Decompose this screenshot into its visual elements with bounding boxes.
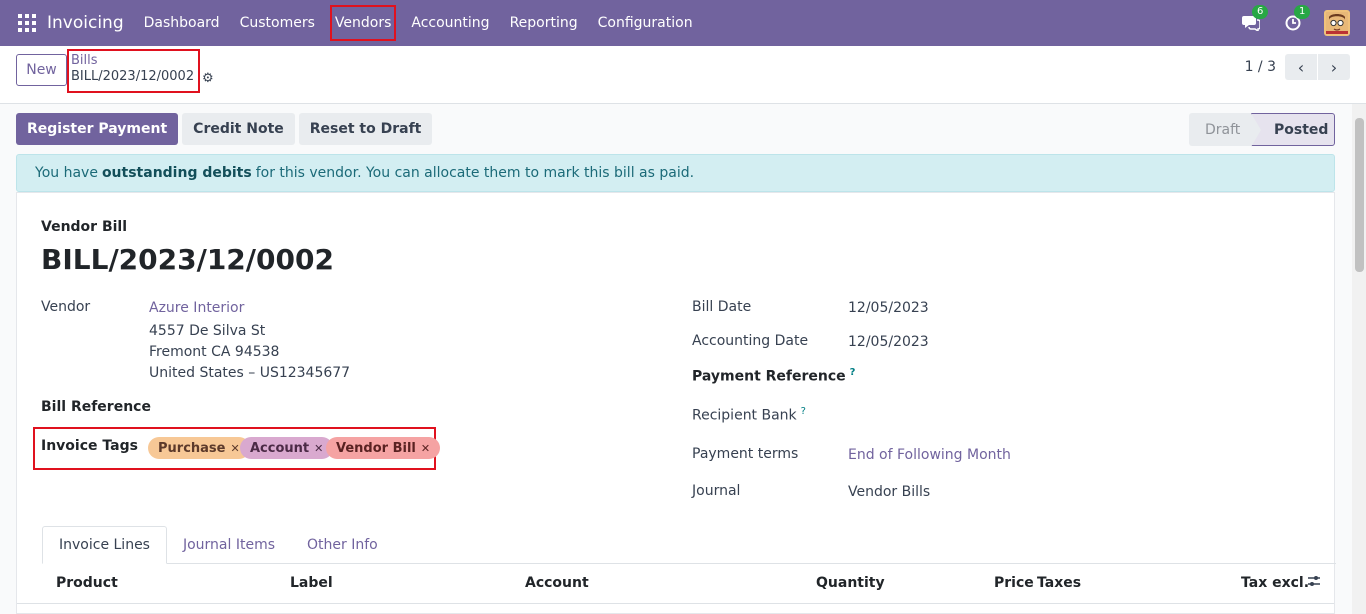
apps-menu-icon[interactable] [18,14,36,32]
menu-reporting[interactable]: Reporting [500,0,588,46]
accounting-date-value[interactable]: 12/05/2023 [848,332,929,353]
action-buttons: Register Payment Credit Note Reset to Dr… [16,113,433,145]
breadcrumb: Bills BILL/2023/12/0002 [67,49,200,93]
chat-count-badge: 6 [1252,5,1269,19]
bill-reference-label: Bill Reference [41,399,151,415]
menu-configuration[interactable]: Configuration [588,0,703,46]
payment-terms-label: Payment terms [692,446,799,462]
breadcrumb-bills-link[interactable]: Bills [71,53,196,68]
journal-label: Journal [692,483,741,499]
reset-to-draft-button[interactable]: Reset to Draft [298,113,433,145]
pager-value[interactable]: 1 / 3 [1245,59,1276,75]
chat-icon[interactable]: 6 [1240,5,1269,34]
journal-value[interactable]: Vendor Bills [848,482,930,503]
app-name[interactable]: Invoicing [47,13,124,33]
status-bar: Draft Posted [1189,113,1335,147]
recipient-bank-text: Recipient Bank [692,407,797,424]
bill-date-value[interactable]: 12/05/2023 [848,298,929,319]
column-quantity[interactable]: Quantity [816,575,885,591]
vendor-country: United States – US12345677 [149,365,351,381]
alert-text-before: You have [35,165,98,181]
menu-customers[interactable]: Customers [230,0,325,46]
tag-vendor-bill-remove-icon[interactable]: ✕ [421,442,430,455]
tab-invoice-lines[interactable]: Invoice Lines [42,526,167,564]
document-type: Vendor Bill [41,219,128,235]
chevron-right-icon: › [1330,57,1338,77]
page-scrollbar[interactable] [1352,104,1366,614]
activity-count-badge: 1 [1294,5,1311,19]
activity-clock-icon[interactable]: 1 [1282,5,1311,34]
column-tax-excluded[interactable]: Tax excl. [1241,575,1309,591]
tag-account-label: Account [250,440,310,456]
new-button[interactable]: New [16,54,67,86]
register-payment-button[interactable]: Register Payment [16,113,179,145]
status-draft[interactable]: Draft [1189,113,1251,146]
tag-account[interactable]: Account ✕ [240,437,334,459]
vendor-label: Vendor [41,299,91,315]
breadcrumb-current: BILL/2023/12/0002 [71,69,195,84]
scrollbar-thumb[interactable] [1355,118,1364,272]
invoice-lines-header: Product Label Account Quantity Price Tax… [17,564,1334,604]
control-panel: New Bills BILL/2023/12/0002 ⚙ 1 / 3 ‹ › [0,46,1366,104]
tag-vendor-bill[interactable]: Vendor Bill ✕ [326,437,441,459]
status-posted[interactable]: Posted [1251,113,1335,147]
tab-journal-items[interactable]: Journal Items [167,526,291,564]
credit-note-button[interactable]: Credit Note [182,113,295,145]
tag-purchase[interactable]: Purchase ✕ [148,437,250,459]
column-price[interactable]: Price [994,575,1034,591]
help-icon[interactable]: ? [850,367,856,378]
pager-next-button[interactable]: › [1318,54,1350,80]
chevron-left-icon: ‹ [1297,57,1305,77]
tag-account-remove-icon[interactable]: ✕ [314,442,323,455]
gear-icon[interactable]: ⚙ [202,71,214,86]
pager-previous-button[interactable]: ‹ [1285,54,1317,80]
top-navbar: Invoicing Dashboard Customers Vendors Ac… [0,0,1366,46]
vendor-city: Fremont CA 94538 [149,344,280,360]
menu-accounting[interactable]: Accounting [401,0,499,46]
tag-purchase-remove-icon[interactable]: ✕ [230,442,239,455]
payment-reference-label: Payment Reference? [692,367,855,385]
form-sheet: Vendor Bill BILL/2023/12/0002 Vendor Azu… [16,192,1336,614]
outstanding-debits-alert: You have outstanding debits for this ven… [16,154,1335,192]
invoice-tags-label: Invoice Tags [41,438,138,454]
menu-dashboard[interactable]: Dashboard [134,0,230,46]
menu-vendors[interactable]: Vendors [325,0,401,46]
user-avatar[interactable] [1324,10,1350,36]
help-icon[interactable]: ? [801,406,806,417]
alert-text-after: for this vendor. You can allocate them t… [255,165,695,181]
column-label[interactable]: Label [290,575,333,591]
tag-vendor-bill-label: Vendor Bill [336,440,416,456]
column-account[interactable]: Account [525,575,589,591]
vendor-name-link[interactable]: Azure Interior [149,298,244,319]
document-name: BILL/2023/12/0002 [41,243,334,276]
tag-purchase-label: Purchase [158,440,226,456]
column-taxes[interactable]: Taxes [1037,575,1081,591]
optional-columns-toggle-icon[interactable] [1307,574,1321,592]
payment-terms-link[interactable]: End of Following Month [848,445,1011,466]
tab-other-info[interactable]: Other Info [291,526,394,564]
payment-reference-text: Payment Reference [692,368,846,385]
outstanding-debits-link[interactable]: outstanding debits [102,165,252,181]
accounting-date-label: Accounting Date [692,333,809,349]
pager-buttons: ‹ › [1285,54,1350,80]
notebook-tabs: Invoice Lines Journal Items Other Info [42,526,1336,564]
column-product[interactable]: Product [56,575,118,591]
recipient-bank-label: Recipient Bank? [692,406,806,424]
bill-date-label: Bill Date [692,299,752,315]
vendor-street: 4557 De Silva St [149,323,266,339]
